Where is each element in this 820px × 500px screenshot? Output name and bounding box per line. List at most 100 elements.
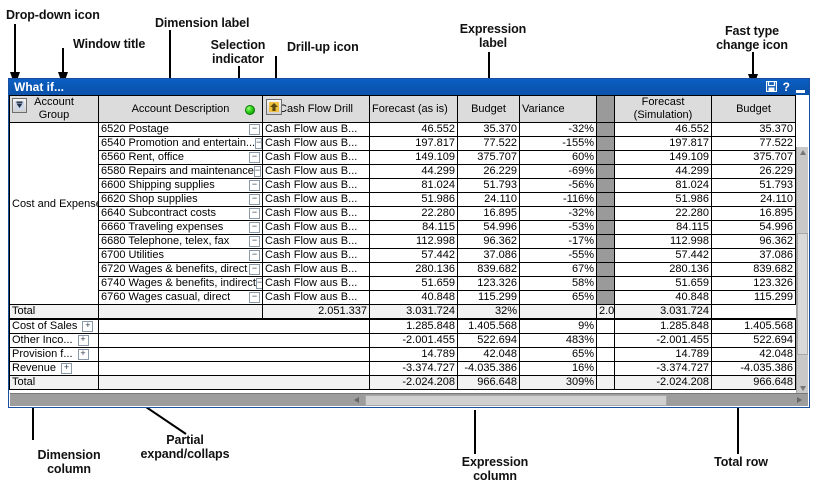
cell-budget-simulation[interactable]: 16.895 [711,206,796,221]
collapse-toggle-icon[interactable]: − [249,264,260,275]
cell-budget[interactable]: 16.895 [457,206,520,221]
cell-forecast-as-is[interactable]: 280.136 [369,262,458,277]
group-budget[interactable]: 42.048 [457,347,520,362]
cell-budget-simulation[interactable]: 115.299 [711,290,796,305]
table-row[interactable]: 6740 Wages & benefits, indirect − Cash Flo… [10,276,796,291]
table-row[interactable]: 6620 Shop supplies − Cash Flow aus B... 51.… [10,192,796,207]
cell-variance[interactable]: -32% [519,206,597,221]
group-budget-simulation[interactable]: 1.405.568 [711,318,796,334]
group-variance[interactable]: 483% [519,333,597,348]
cell-forecast-simulation[interactable]: 46.552 [614,122,712,137]
group-variance[interactable]: 9% [519,318,597,334]
collapse-toggle-icon[interactable]: − [249,152,260,163]
cell-budget[interactable]: 35.370 [457,122,520,137]
cell-forecast-simulation[interactable]: 112.998 [614,234,712,249]
cell-cash-flow-drill[interactable]: Cash Flow aus B... [262,178,370,193]
group-budget-simulation[interactable]: -4.035.386 [711,361,796,376]
table-row[interactable]: 6660 Traveling expenses − Cash Flow aus B.… [10,220,796,235]
cell-account-description[interactable]: 6600 Shipping supplies − [98,178,263,193]
cell-account-description[interactable]: 6760 Wages casual, direct − [98,290,263,305]
header-budget[interactable]: Budget [457,95,520,123]
cell-variance[interactable]: -55% [519,248,597,263]
group-label-cell[interactable]: Cost of Sales + [9,318,99,334]
cell-forecast-as-is[interactable]: 22.280 [369,206,458,221]
cell-budget[interactable]: 37.086 [457,248,520,263]
cell-cash-flow-drill[interactable]: Cash Flow aus B... [262,192,370,207]
cell-account-description[interactable]: 6660 Traveling expenses − [98,220,263,235]
group-label-cell[interactable]: Provision f... + [9,347,99,362]
cell-forecast-as-is[interactable]: 112.998 [369,234,458,249]
group-forecast-simulation[interactable]: 1.285.848 [614,318,712,334]
cell-forecast-as-is[interactable]: 197.817 [369,136,458,151]
cell-cash-flow-drill[interactable]: Cash Flow aus B... [262,122,370,137]
group-forecast-simulation[interactable]: 14.789 [614,347,712,362]
group-label-cell[interactable]: Revenue + [9,361,99,376]
cell-forecast-simulation[interactable]: 51.986 [614,192,712,207]
scroll-up-icon[interactable] [797,147,808,158]
header-account-description[interactable]: Account Description [98,95,263,123]
collapse-toggle-icon[interactable]: − [255,278,262,289]
cell-cash-flow-drill[interactable]: Cash Flow aus B... [262,262,370,277]
group-forecast-as-is[interactable]: 1.285.848 [369,318,458,334]
header-forecast-simulation[interactable]: Forecast (Simulation) [614,95,712,123]
cell-variance[interactable]: -53% [519,220,597,235]
group-row[interactable]: Provision f... +14.789 42.048 65% 14.789 42.0… [9,347,796,362]
collapse-toggle-icon[interactable]: − [249,292,260,303]
group-forecast-as-is[interactable]: -2.001.455 [369,333,458,348]
cell-forecast-as-is[interactable]: 84.115 [369,220,458,235]
expand-toggle-icon[interactable]: + [61,363,73,374]
cell-variance[interactable]: 65% [519,290,597,305]
collapse-toggle-icon[interactable]: − [249,208,260,219]
cell-forecast-as-is[interactable]: 51.659 [369,276,458,291]
table-row[interactable]: 6700 Utilities − Cash Flow aus B... 57.442 3… [10,248,796,263]
expand-toggle-icon[interactable]: + [77,335,89,346]
cell-budget-simulation[interactable]: 35.370 [711,122,796,137]
group-budget[interactable]: 1.405.568 [457,318,520,334]
table-row[interactable]: 6680 Telephone, telex, fax − Cash Flow aus… [10,234,796,249]
table-row[interactable]: 6600 Shipping supplies − Cash Flow aus B..… [10,178,796,193]
cell-budget[interactable]: 77.522 [457,136,520,151]
drop-down-icon[interactable] [12,98,27,113]
cell-forecast-as-is[interactable]: 40.848 [369,290,458,305]
cell-forecast-simulation[interactable]: 81.024 [614,178,712,193]
cell-budget-simulation[interactable]: 26.229 [711,164,796,179]
cell-cash-flow-drill[interactable]: Cash Flow aus B... [262,206,370,221]
cell-forecast-simulation[interactable]: 197.817 [614,136,712,151]
minimize-icon[interactable] [796,81,805,93]
cell-budget-simulation[interactable]: 77.522 [711,136,796,151]
vertical-scrollbar[interactable] [796,147,808,394]
cell-budget-simulation[interactable]: 96.362 [711,234,796,249]
cell-budget-simulation[interactable]: 24.110 [711,192,796,207]
cell-forecast-simulation[interactable]: 40.848 [614,290,712,305]
table-row[interactable]: 6580 Repairs and maintenance − Cash Flow a… [10,164,796,179]
scroll-right-icon[interactable] [793,394,806,406]
group-variance[interactable]: 16% [519,361,597,376]
cell-cash-flow-drill[interactable]: Cash Flow aus B... [262,164,370,179]
horizontal-scroll-thumb[interactable] [365,395,667,406]
cell-forecast-as-is[interactable]: 57.442 [369,248,458,263]
drill-up-icon[interactable] [266,99,282,115]
cell-variance[interactable]: -17% [519,234,597,249]
cell-budget[interactable]: 96.362 [457,234,520,249]
group-variance[interactable]: 65% [519,347,597,362]
cell-forecast-simulation[interactable]: 44.299 [614,164,712,179]
cell-budget[interactable]: 375.707 [457,150,520,165]
cell-forecast-as-is[interactable]: 44.299 [369,164,458,179]
cell-variance[interactable]: 60% [519,150,597,165]
cell-variance[interactable]: 58% [519,276,597,291]
group-row[interactable]: Revenue + -3.374.727 -4.035.386 16% -3.374.72… [9,361,796,376]
cell-budget-simulation[interactable]: 839.682 [711,262,796,277]
cell-budget[interactable]: 51.793 [457,178,520,193]
cell-account-description[interactable]: 6680 Telephone, telex, fax − [98,234,263,249]
collapse-toggle-icon[interactable]: − [253,166,262,177]
cell-variance[interactable]: -56% [519,178,597,193]
header-budget-simulation[interactable]: Budget [711,95,796,123]
cell-account-description[interactable]: 6580 Repairs and maintenance − [98,164,263,179]
table-row[interactable]: Cost and Expenses 6520 Postage − Cash Flow … [9,122,796,305]
cell-forecast-simulation[interactable]: 84.115 [614,220,712,235]
cell-account-description[interactable]: 6720 Wages & benefits, direct − [98,262,263,277]
group-forecast-simulation[interactable]: -2.001.455 [614,333,712,348]
collapse-toggle-icon[interactable]: − [249,222,260,233]
horizontal-scrollbar[interactable] [10,393,808,406]
cell-budget[interactable]: 115.299 [457,290,520,305]
